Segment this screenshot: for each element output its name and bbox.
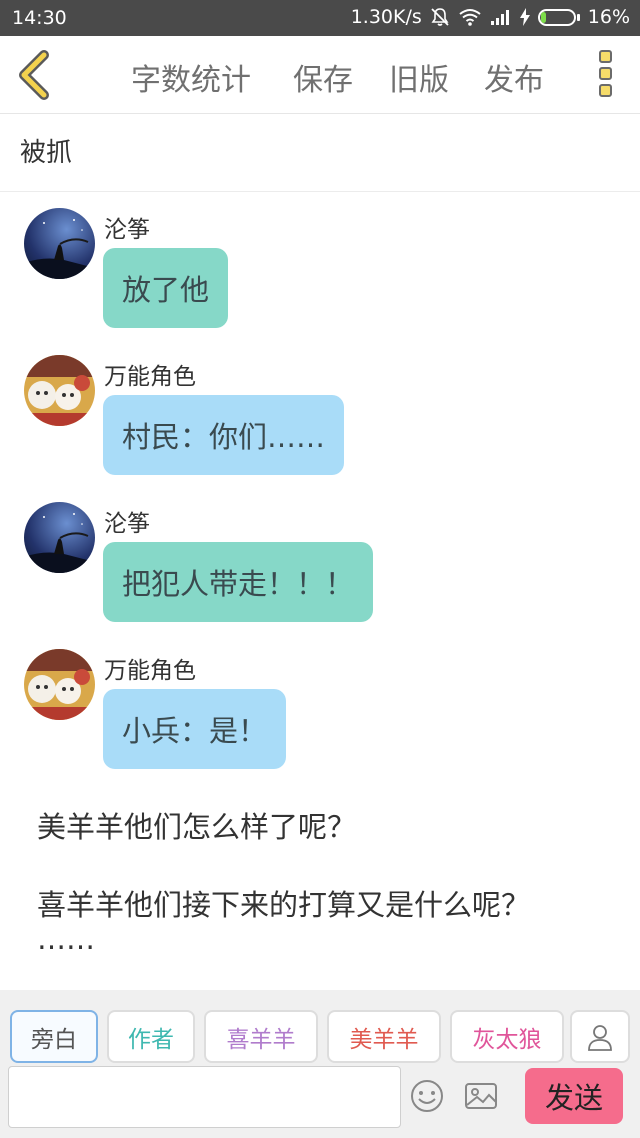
sender-name: 万能角色 <box>104 364 196 390</box>
send-button[interactable]: 发送 <box>525 1068 623 1124</box>
message-bubble[interactable]: 放了他 <box>103 248 229 328</box>
status-right: 1.30K/s 16% <box>351 6 630 28</box>
status-time: 14:30 <box>12 7 67 29</box>
battery-icon <box>537 8 580 26</box>
wifi-icon <box>458 8 482 26</box>
narration-text[interactable]: …… <box>37 922 95 956</box>
person-icon <box>588 1024 612 1051</box>
image-button[interactable] <box>463 1078 499 1114</box>
back-button[interactable] <box>14 50 58 100</box>
chevron-left-icon <box>19 50 49 100</box>
image-icon <box>465 1083 497 1109</box>
avatar[interactable] <box>24 355 95 426</box>
more-menu-button[interactable] <box>594 50 616 102</box>
network-speed: 1.30K/s <box>350 6 422 28</box>
role-xiyangyang-button[interactable]: 喜羊羊 <box>204 1010 318 1063</box>
mute-bell-icon <box>430 7 450 27</box>
chapter-title-row[interactable]: 被抓 <box>0 114 640 192</box>
avatar[interactable] <box>24 649 95 720</box>
save-button[interactable]: 保存 <box>293 55 353 99</box>
add-role-button[interactable] <box>570 1010 630 1063</box>
old-version-button[interactable]: 旧版 <box>389 55 449 99</box>
avatar[interactable] <box>24 208 95 279</box>
role-huitailang-button[interactable]: 灰太狼 <box>450 1010 564 1063</box>
narration-text[interactable]: 美羊羊他们怎么样了呢？ <box>37 804 356 846</box>
smiley-icon <box>411 1080 443 1112</box>
message-bubble[interactable]: 小兵：是！ <box>103 689 287 769</box>
sender-name: 沦筝 <box>104 511 150 537</box>
role-author-button[interactable]: 作者 <box>107 1010 195 1063</box>
word-count-button[interactable]: 字数统计 <box>131 55 251 99</box>
battery-percent: 16% <box>587 6 630 28</box>
compose-bar: 旁白 作者 喜羊羊 美羊羊 灰太狼 发送 <box>0 990 640 1138</box>
charging-icon <box>519 8 530 26</box>
publish-button[interactable]: 发布 <box>484 55 544 99</box>
status-bar: 14:30 1.30K/s 16% <box>0 0 640 36</box>
chapter-title: 被抓 <box>20 138 73 168</box>
signal-icon <box>490 9 512 25</box>
message-bubble[interactable]: 把犯人带走！！！ <box>103 542 374 622</box>
sender-name: 万能角色 <box>104 658 196 684</box>
message-bubble[interactable]: 村民：你们…… <box>103 395 345 475</box>
role-meiyangyang-button[interactable]: 美羊羊 <box>327 1010 441 1063</box>
emoji-button[interactable] <box>409 1078 445 1114</box>
avatar[interactable] <box>24 502 95 573</box>
role-narrator-button[interactable]: 旁白 <box>10 1010 98 1063</box>
sender-name: 沦筝 <box>104 217 150 243</box>
narration-text[interactable]: 喜羊羊他们接下来的打算又是什么呢？ <box>37 882 530 924</box>
message-input[interactable] <box>8 1066 401 1128</box>
top-toolbar: 字数统计 保存 旧版 发布 <box>0 36 640 114</box>
